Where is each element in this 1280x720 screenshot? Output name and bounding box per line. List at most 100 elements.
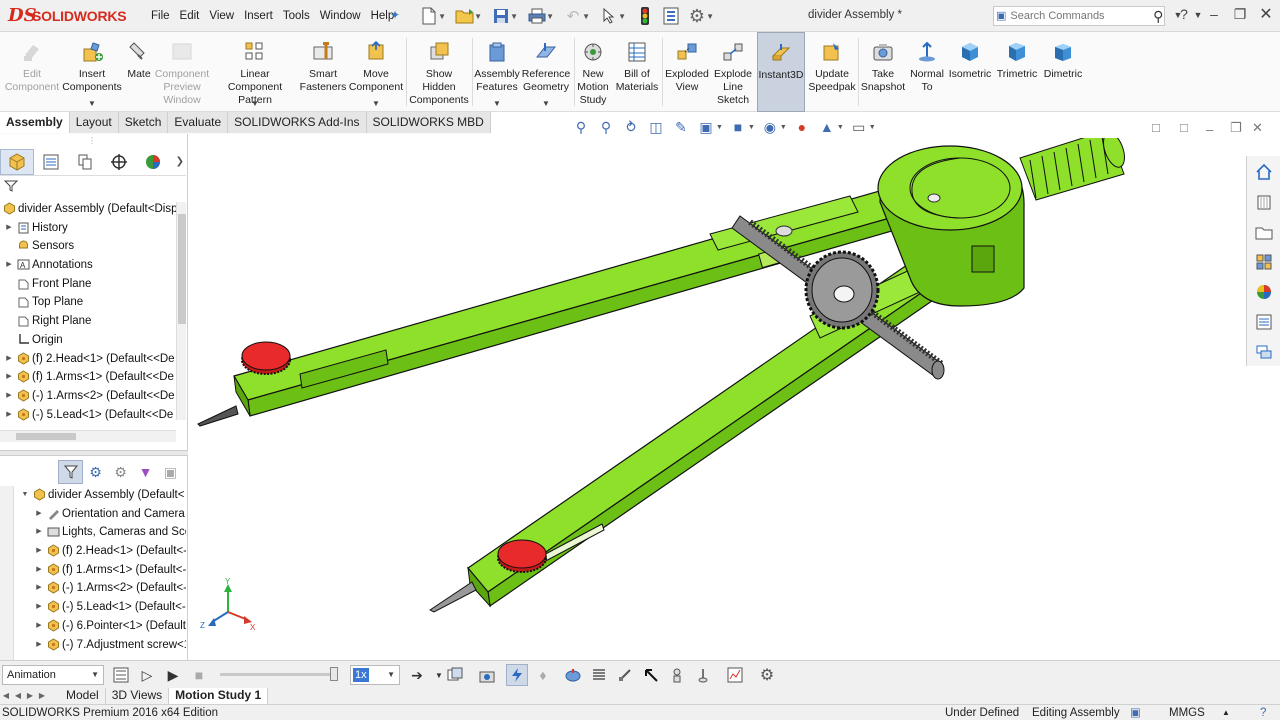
select-arrow-icon[interactable]: ▼	[598, 5, 626, 27]
tree-item[interactable]: ▶ A Annotations	[0, 256, 186, 275]
tree-item[interactable]: ▶ (f) 2.Head<1> (Default<<De	[0, 350, 186, 369]
results-plots-icon[interactable]	[724, 664, 746, 686]
update-speedpak-button[interactable]: Update Speedpak	[806, 32, 858, 112]
view-orientation-dropdown-icon[interactable]: ▼	[716, 124, 723, 131]
filter-animated-icon[interactable]	[58, 460, 83, 484]
tree-item[interactable]: ▶ (-) 1.Arms<2> (Default<<De	[0, 387, 186, 406]
tree-item[interactable]: ▼divider Assembly (Default<Displ	[0, 200, 186, 219]
tab-3d-views[interactable]: 3D Views	[106, 688, 170, 704]
panel-tabs-arrow-icon[interactable]: ❯	[176, 156, 184, 167]
search-scope-icon[interactable]: ▣	[996, 8, 1006, 24]
save-animation-icon[interactable]	[444, 664, 466, 686]
expand-icon[interactable]: ▶	[34, 617, 44, 636]
tabs-prev-icon[interactable]: ◀	[12, 688, 24, 704]
reference-geometry-button[interactable]: Reference Geometry ▼	[520, 32, 572, 112]
force-icon[interactable]	[640, 664, 662, 686]
tree-item[interactable]: ▶ (f) 1.Arms<1> (Default<<De	[0, 368, 186, 387]
tab-assembly[interactable]: Assembly	[0, 112, 70, 133]
explode-line-sketch-button[interactable]: Explode Line Sketch	[710, 32, 756, 112]
view-settings-dropdown-icon[interactable]: ▼	[869, 124, 876, 131]
move-component-button[interactable]: Move Component ▼	[348, 32, 404, 112]
apply-scene-dropdown-icon[interactable]: ▼	[837, 124, 844, 131]
timeline-slider-knob[interactable]	[330, 667, 338, 681]
normal-to-button[interactable]: Normal To	[906, 32, 948, 112]
tree-item[interactable]: ▶ (-) 7.Adjustment screw<1	[0, 636, 186, 655]
tree-filter-icon[interactable]	[3, 180, 19, 195]
tree-item[interactable]: ▶ (-) 1.Arms<2> (Default<-	[0, 579, 186, 598]
lower-knob[interactable]	[497, 539, 547, 573]
gravity-icon[interactable]	[692, 664, 714, 686]
expand-icon[interactable]: ▶	[4, 350, 14, 369]
display-style-icon[interactable]: ■	[727, 117, 749, 137]
save-icon[interactable]: ▼	[490, 5, 518, 27]
solidworks-resources-icon[interactable]	[1249, 158, 1279, 186]
view-palette-icon[interactable]	[1249, 248, 1279, 276]
previous-view-icon[interactable]: ⥁	[620, 117, 642, 137]
playback-speed-select[interactable]: 1x ▼	[350, 665, 400, 685]
view-settings-icon[interactable]: ▭	[848, 117, 870, 137]
tree-item[interactable]: Sensors	[0, 237, 186, 256]
tree-item[interactable]: ▶ Lights, Cameras and Scen	[0, 523, 186, 542]
motor-icon[interactable]	[562, 664, 584, 686]
insert-components-dropdown-icon[interactable]: ▼	[88, 99, 96, 108]
instant3d-button[interactable]: Instant3D	[757, 32, 805, 112]
filter-results-icon[interactable]: ▼	[133, 460, 158, 484]
rebuild-status-icon[interactable]: ▣	[1130, 705, 1141, 720]
section-view-icon[interactable]: ◫	[645, 117, 667, 137]
edit-component-button[interactable]: Edit Component	[4, 32, 60, 112]
expand-icon[interactable]: ▶	[4, 368, 14, 387]
feature-tree-horizontal-scrollbar[interactable]	[0, 430, 176, 442]
configurationmanager-tab-icon[interactable]	[68, 149, 102, 175]
expand-icon[interactable]: ▶	[34, 579, 44, 598]
timeline-slider[interactable]	[220, 667, 338, 681]
search-input[interactable]	[1006, 10, 1153, 22]
viewport-close-icon[interactable]: ✕	[1252, 120, 1263, 136]
rebuild-icon[interactable]	[634, 5, 656, 27]
hide-show-dropdown-icon[interactable]: ▼	[780, 124, 787, 131]
tree-item[interactable]: Front Plane	[0, 275, 186, 294]
dimetric-button[interactable]: Dimetric	[1040, 32, 1086, 112]
expand-icon[interactable]: ▶	[34, 542, 44, 561]
autokey-icon[interactable]	[506, 664, 528, 686]
expand-icon[interactable]: ▶	[4, 387, 14, 406]
add-update-key-icon[interactable]: ♦	[532, 664, 554, 686]
autofit-icon[interactable]: ▣	[158, 460, 183, 484]
filter-driving-icon[interactable]: ⚙	[83, 460, 108, 484]
playback-mode-icon[interactable]: ➔	[406, 664, 428, 686]
tab-model[interactable]: Model	[60, 688, 106, 704]
menu-edit[interactable]: Edit	[175, 0, 205, 32]
tree-item[interactable]: ▶ (f) 2.Head<1> (Default<-	[0, 542, 186, 561]
print-icon[interactable]: ▼	[526, 5, 554, 27]
hide-show-items-icon[interactable]: ◉	[759, 117, 781, 137]
open-folder-icon[interactable]: ▼	[454, 5, 482, 27]
panel-grip-icon[interactable]: ⋮	[88, 136, 96, 145]
dynamic-annotation-icon[interactable]: ✎	[670, 117, 692, 137]
bill-of-materials-button[interactable]: Bill of Materials	[614, 32, 660, 112]
solidworks-logo[interactable]: DS SOLIDWORKS	[8, 5, 130, 27]
viewport-tile-icon[interactable]: □	[1152, 120, 1160, 135]
tree-item[interactable]: ▶ (-) 5.Lead<1> (Default<-	[0, 598, 186, 617]
unit-system-dropdown-icon[interactable]: ▲	[1222, 705, 1230, 720]
expand-icon[interactable]: ▶	[34, 561, 44, 580]
tabs-first-icon[interactable]: ◀	[0, 688, 12, 704]
tab-motion-study-1[interactable]: Motion Study 1	[169, 688, 269, 704]
pin-icon[interactable]: ✦	[390, 8, 404, 22]
tab-solidworks-addins[interactable]: SOLIDWORKS Add-Ins	[228, 112, 367, 133]
tabs-next-icon[interactable]: ▶	[24, 688, 36, 704]
dimxpert-tab-icon[interactable]	[102, 149, 136, 175]
display-manager-tab-icon[interactable]	[136, 149, 170, 175]
minimize-icon[interactable]: –	[1204, 6, 1224, 22]
expand-icon[interactable]: ▶	[4, 219, 14, 238]
restore-icon[interactable]: ❐	[1230, 6, 1250, 23]
solidworks-forum-icon[interactable]	[1249, 338, 1279, 366]
linear-pattern-button[interactable]: Linear Component Pattern ▼	[212, 32, 298, 112]
stop-icon[interactable]: ■	[188, 664, 210, 686]
zoom-to-area-icon[interactable]: ⚲	[595, 117, 617, 137]
play-icon[interactable]: ▶	[162, 664, 184, 686]
component-preview-button[interactable]: Component Preview Window	[154, 32, 210, 112]
insert-components-button[interactable]: Insert Components ▼	[60, 32, 124, 112]
viewport-minimize-icon[interactable]: –	[1206, 122, 1213, 137]
tab-sketch[interactable]: Sketch	[118, 112, 169, 133]
expand-icon[interactable]: ▶	[34, 598, 44, 617]
file-properties-icon[interactable]	[660, 5, 682, 27]
